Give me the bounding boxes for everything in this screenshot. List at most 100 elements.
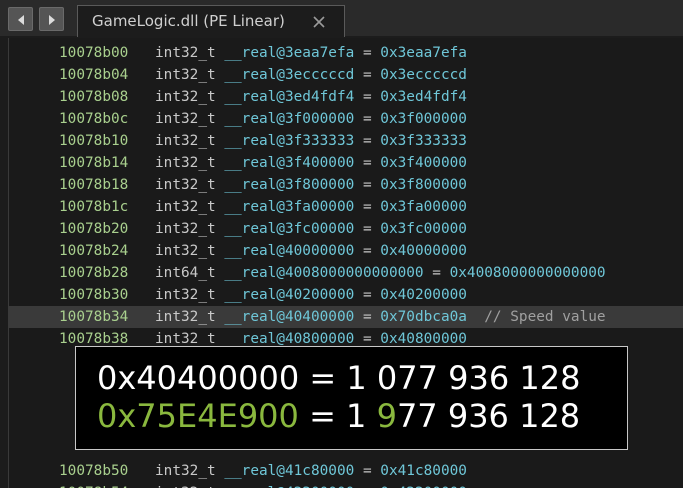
declaration: int32_t __real@3f333333 = 0x3f333333 <box>155 130 467 152</box>
code-row[interactable]: 10078b54 int32_t __real@42200000 = 0x4220… <box>9 482 683 488</box>
address: 10078b30 <box>59 287 129 303</box>
equals: = <box>354 309 381 325</box>
value[interactable]: 0x3ecccccd <box>380 67 467 83</box>
declaration: int32_t __real@3fc00000 = 0x3fc00000 <box>155 218 467 240</box>
value[interactable]: 0x3fc00000 <box>380 221 467 237</box>
code-row[interactable]: 10078b00 int32_t __real@3eaa7efa = 0x3eaa… <box>9 42 683 64</box>
original-decimal: = 1 077 936 128 <box>299 359 581 397</box>
annotation-overlay: 0x40400000 = 1 077 936 128 0x75E4E900 = … <box>75 346 628 450</box>
equals: = <box>354 463 381 479</box>
code-row[interactable]: 10078b1c int32_t __real@3fa00000 = 0x3fa0… <box>9 196 683 218</box>
data-type: int32_t <box>155 111 216 127</box>
symbol-name[interactable]: __real@3ed4fdf4 <box>224 89 354 105</box>
value[interactable]: 0x40000000 <box>380 243 467 259</box>
data-type: int32_t <box>155 287 216 303</box>
data-type: int32_t <box>155 133 216 149</box>
data-type: int32_t <box>155 45 216 61</box>
equals: = <box>354 287 381 303</box>
value[interactable]: 0x40200000 <box>380 287 467 303</box>
close-icon[interactable] <box>313 16 325 28</box>
symbol-name[interactable]: __real@40000000 <box>224 243 354 259</box>
symbol-name[interactable]: __real@40200000 <box>224 287 354 303</box>
address: 10078b10 <box>59 133 129 149</box>
original-hex: 0x40400000 <box>97 359 300 397</box>
symbol-name[interactable]: __real@3f000000 <box>224 111 354 127</box>
arrow-right-icon <box>49 15 55 25</box>
equals: = <box>354 243 381 259</box>
symbol-name[interactable]: __real@3f400000 <box>224 155 354 171</box>
value[interactable]: 0x3fa00000 <box>380 199 467 215</box>
value[interactable]: 0x3f000000 <box>380 111 467 127</box>
declaration: int32_t __real@42200000 = 0x42200000 <box>155 482 467 488</box>
symbol-name[interactable]: __real@40400000 <box>224 309 354 325</box>
address: 10078b28 <box>59 265 129 281</box>
equals: = <box>354 221 381 237</box>
patched-decimal-prefix: = 1 <box>298 397 377 435</box>
equals: = <box>354 45 381 61</box>
overlay-line-original: 0x40400000 = 1 077 936 128 <box>97 359 580 397</box>
data-type: int32_t <box>155 309 216 325</box>
value[interactable]: 0x41c80000 <box>380 463 467 479</box>
address: 10078b54 <box>59 482 128 488</box>
comment: // Speed value <box>466 309 606 325</box>
code-row[interactable]: 10078b50 int32_t __real@41c80000 = 0x41c8… <box>9 460 683 482</box>
data-type: int32_t <box>155 331 216 347</box>
address: 10078b0c <box>59 111 129 127</box>
code-row-highlighted[interactable]: 10078b34 int32_t __real@40400000 = 0x70db… <box>9 306 683 328</box>
code-row[interactable]: 10078b08 int32_t __real@3ed4fdf4 = 0x3ed4… <box>9 86 683 108</box>
value[interactable]: 0x3eaa7efa <box>380 45 467 61</box>
back-button[interactable] <box>8 7 33 31</box>
address: 10078b14 <box>59 155 129 171</box>
symbol-name[interactable]: __real@4008000000000000 <box>224 265 423 281</box>
forward-button[interactable] <box>39 7 64 31</box>
code-row[interactable]: 10078b0c int32_t __real@3f000000 = 0x3f00… <box>9 108 683 130</box>
declaration: int32_t __real@3ecccccd = 0x3ecccccd <box>155 64 467 86</box>
code-row[interactable]: 10078b30 int32_t __real@40200000 = 0x4020… <box>9 284 683 306</box>
symbol-name[interactable]: __real@3f800000 <box>224 177 354 193</box>
equals: = <box>423 265 450 281</box>
symbol-name[interactable]: __real@3f333333 <box>224 133 354 149</box>
changed-digit: 9 <box>376 397 397 435</box>
data-type: int32_t <box>155 177 216 193</box>
address: 10078b24 <box>59 243 129 259</box>
code-row[interactable]: 10078b28 int64_t __real@4008000000000000 … <box>9 262 683 284</box>
address: 10078b04 <box>59 67 129 83</box>
declaration: int64_t __real@4008000000000000 = 0x4008… <box>155 262 606 284</box>
symbol-name[interactable]: __real@3fa00000 <box>224 199 354 215</box>
code-row[interactable]: 10078b10 int32_t __real@3f333333 = 0x3f33… <box>9 130 683 152</box>
value[interactable]: 0x4008000000000000 <box>450 265 606 281</box>
arrow-left-icon <box>18 15 24 25</box>
value[interactable]: 0x3f333333 <box>380 133 467 149</box>
address: 10078b20 <box>59 221 129 237</box>
equals: = <box>354 199 381 215</box>
code-row[interactable]: 10078b04 int32_t __real@3ecccccd = 0x3ecc… <box>9 64 683 86</box>
data-type: int64_t <box>155 265 216 281</box>
code-row[interactable]: 10078b20 int32_t __real@3fc00000 = 0x3fc0… <box>9 218 683 240</box>
value[interactable]: 0x3ed4fdf4 <box>380 89 467 105</box>
tab-gamelogic[interactable]: GameLogic.dll (PE Linear) <box>77 5 345 37</box>
value[interactable]: 0x70dbca0a <box>380 309 467 325</box>
data-type: int32_t <box>155 67 216 83</box>
code-row[interactable]: 10078b14 int32_t __real@3f400000 = 0x3f40… <box>9 152 683 174</box>
overlay-line-patched: 0x75E4E900 = 1 977 936 128 <box>97 397 580 435</box>
declaration: int32_t __real@40200000 = 0x40200000 <box>155 284 467 306</box>
symbol-name[interactable]: __real@41c80000 <box>224 463 354 479</box>
equals: = <box>354 67 381 83</box>
symbol-name[interactable]: __real@3ecccccd <box>224 67 354 83</box>
value[interactable]: 0x3f400000 <box>380 155 467 171</box>
code-row[interactable]: 10078b24 int32_t __real@40000000 = 0x4000… <box>9 240 683 262</box>
data-type: int32_t <box>155 199 216 215</box>
symbol-name[interactable]: __real@3fc00000 <box>224 221 354 237</box>
symbol-name[interactable]: __real@40800000 <box>224 331 354 347</box>
data-type: int32_t <box>155 243 216 259</box>
symbol-name[interactable]: __real@3eaa7efa <box>224 45 354 61</box>
declaration: int32_t __real@3f800000 = 0x3f800000 <box>155 174 467 196</box>
data-type: int32_t <box>155 221 216 237</box>
code-row[interactable]: 10078b18 int32_t __real@3f800000 = 0x3f80… <box>9 174 683 196</box>
value[interactable]: 0x40800000 <box>380 331 467 347</box>
declaration: int32_t __real@41c80000 = 0x41c80000 <box>155 460 467 482</box>
equals: = <box>354 89 381 105</box>
value[interactable]: 0x3f800000 <box>380 177 467 193</box>
patched-decimal-rest: 77 936 128 <box>396 397 581 435</box>
equals: = <box>354 155 381 171</box>
